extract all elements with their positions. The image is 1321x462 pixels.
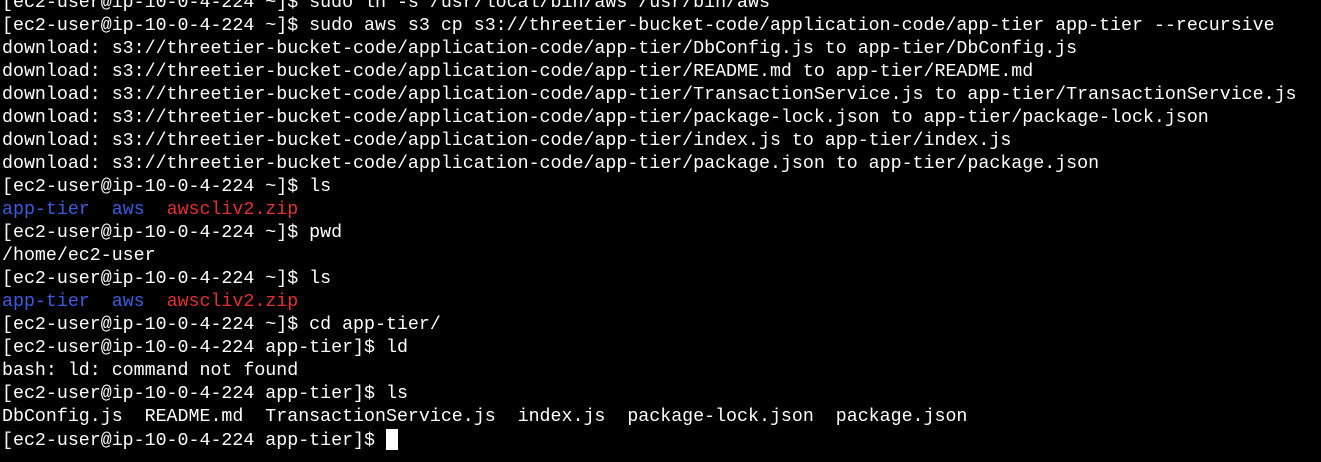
- terminal-prompt-line[interactable]: [ec2-user@ip-10-0-4-224 app-tier]$: [2, 429, 1321, 452]
- terminal-line: download: s3://threetier-bucket-code/app…: [2, 38, 1321, 61]
- terminal-text: [ec2-user@ip-10-0-4-224 ~]$ cd app-tier/: [2, 315, 441, 335]
- terminal-text: [ec2-user@ip-10-0-4-224 ~]$ sudo ln -s /…: [2, 0, 770, 13]
- terminal-text: download: s3://threetier-bucket-code/app…: [2, 39, 1078, 59]
- terminal-text: DbConfig.js README.md TransactionService…: [2, 407, 968, 427]
- archive-entry: awscliv2.zip: [166, 200, 299, 220]
- text-cursor: [385, 429, 398, 450]
- archive-entry: awscliv2.zip: [166, 292, 299, 312]
- terminal-line: [ec2-user@ip-10-0-4-224 ~]$ sudo ln -s /…: [2, 0, 1321, 15]
- terminal-line: /home/ec2-user: [2, 245, 1321, 268]
- terminal-line: [ec2-user@ip-10-0-4-224 app-tier]$ ls: [2, 383, 1321, 406]
- terminal-text: download: s3://threetier-bucket-code/app…: [2, 154, 1100, 174]
- directory-entry: aws: [111, 200, 145, 220]
- terminal-line: bash: ld: command not found: [2, 360, 1321, 383]
- directory-entry: app-tier: [2, 292, 90, 312]
- terminal-line: download: s3://threetier-bucket-code/app…: [2, 84, 1321, 107]
- terminal-line: [ec2-user@ip-10-0-4-224 ~]$ sudo aws s3 …: [2, 15, 1321, 38]
- terminal-text: /home/ec2-user: [2, 246, 156, 266]
- terminal-text: [ec2-user@ip-10-0-4-224 app-tier]$ ls: [2, 384, 408, 404]
- terminal-line: [ec2-user@ip-10-0-4-224 ~]$ ls: [2, 268, 1321, 291]
- terminal-line: download: s3://threetier-bucket-code/app…: [2, 153, 1321, 176]
- terminal-text: [ec2-user@ip-10-0-4-224 ~]$ ls: [2, 177, 332, 197]
- terminal-line: download: s3://threetier-bucket-code/app…: [2, 130, 1321, 153]
- terminal-text: download: s3://threetier-bucket-code/app…: [2, 131, 1012, 151]
- terminal-line: [ec2-user@ip-10-0-4-224 ~]$ cd app-tier/: [2, 314, 1321, 337]
- terminal-line: [ec2-user@ip-10-0-4-224 ~]$ ls: [2, 176, 1321, 199]
- terminal-text: [ec2-user@ip-10-0-4-224 ~]$ sudo aws s3 …: [2, 16, 1275, 36]
- terminal-output: [ec2-user@ip-10-0-4-224 ~]$ sudo ln -s /…: [2, 0, 1321, 429]
- shell-prompt: [ec2-user@ip-10-0-4-224 app-tier]$: [2, 431, 386, 451]
- terminal-text: download: s3://threetier-bucket-code/app…: [2, 85, 1297, 105]
- terminal-text: [ec2-user@ip-10-0-4-224 app-tier]$ ld: [2, 338, 408, 358]
- directory-entry: aws: [111, 292, 145, 312]
- directory-entry: app-tier: [2, 200, 90, 220]
- terminal-text: [ec2-user@ip-10-0-4-224 ~]$ ls: [2, 269, 332, 289]
- terminal-line: download: s3://threetier-bucket-code/app…: [2, 61, 1321, 84]
- terminal-text: bash: ld: command not found: [2, 361, 299, 381]
- terminal-text: download: s3://threetier-bucket-code/app…: [2, 108, 1209, 128]
- terminal-line: [ec2-user@ip-10-0-4-224 ~]$ pwd: [2, 222, 1321, 245]
- terminal-line: app-tier aws awscliv2.zip: [2, 199, 1321, 222]
- terminal-line: download: s3://threetier-bucket-code/app…: [2, 107, 1321, 130]
- terminal-text: [ec2-user@ip-10-0-4-224 ~]$ pwd: [2, 223, 343, 243]
- terminal-text: download: s3://threetier-bucket-code/app…: [2, 62, 1034, 82]
- terminal-line: [ec2-user@ip-10-0-4-224 app-tier]$ ld: [2, 337, 1321, 360]
- terminal-line: app-tier aws awscliv2.zip: [2, 291, 1321, 314]
- terminal-window[interactable]: [ec2-user@ip-10-0-4-224 ~]$ sudo ln -s /…: [0, 0, 1321, 454]
- terminal-line: DbConfig.js README.md TransactionService…: [2, 406, 1321, 429]
